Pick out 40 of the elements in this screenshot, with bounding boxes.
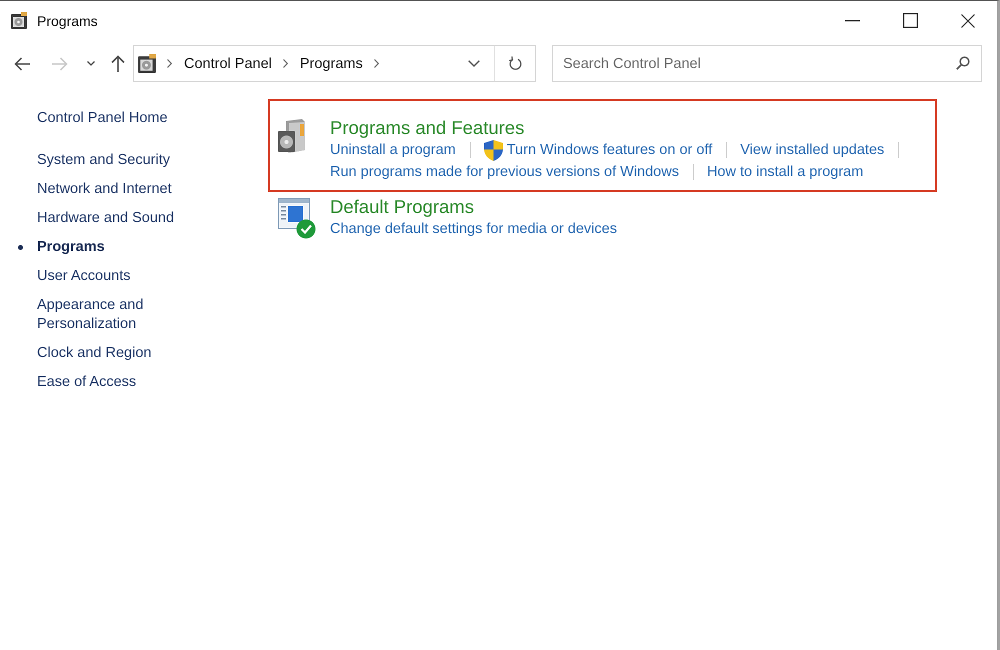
search-icon[interactable] [956,56,970,70]
sidebar-link[interactable]: User Accounts [37,267,130,286]
window-title: Programs [37,12,98,28]
sidebar-link[interactable]: Clock and Region [37,344,152,363]
shield-icon [484,140,503,160]
task-link[interactable]: Run programs made for previous versions of Windows [330,161,679,183]
category-link[interactable]: Programs and Features [330,117,524,139]
breadcrumb-item[interactable]: Control Panel [184,56,272,72]
task-link[interactable]: How to install a program [706,161,864,183]
chevron-right-icon[interactable] [282,59,288,68]
sidebar-link[interactable]: Appearance and Personalization [37,296,202,334]
caret-down-icon[interactable] [468,60,480,67]
back-arrow-icon[interactable] [14,56,30,70]
address-bar[interactable]: Control Panel Programs [133,45,536,82]
chevron-right-icon[interactable] [167,59,172,68]
sidebar-link[interactable]: Hardware and Sound [37,209,174,228]
bullet-icon [18,245,23,250]
category-link[interactable]: Default Programs [330,196,474,218]
task-link[interactable]: View installed updates [740,139,884,161]
caret-down-icon[interactable] [87,61,95,66]
sidebar-link[interactable]: Programs [37,238,105,257]
disc-box-icon [11,12,27,29]
sidebar-link[interactable]: Network and Internet [37,180,172,199]
task-link[interactable]: Uninstall a program [330,139,456,161]
software-box-icon [278,119,305,154]
minimize-icon[interactable] [844,20,860,22]
close-icon[interactable] [961,14,975,28]
task-link[interactable]: Change default settings for media or devices [330,218,617,240]
task-link[interactable]: Turn Windows features on or off [484,139,712,161]
disc-box-icon [138,54,156,73]
sidebar-link[interactable]: System and Security [37,151,170,170]
chevron-right-icon[interactable] [374,59,379,68]
breadcrumb-item[interactable]: Programs [300,56,363,72]
window-checkmark-icon [278,198,316,239]
sidebar-link[interactable]: Control Panel Home [37,109,168,128]
sidebar-link[interactable]: Ease of Access [37,373,136,392]
maximize-icon[interactable] [902,13,918,28]
up-arrow-icon[interactable] [111,55,125,72]
refresh-icon[interactable] [508,56,522,71]
search-field[interactable]: Search Control Panel [552,45,982,82]
